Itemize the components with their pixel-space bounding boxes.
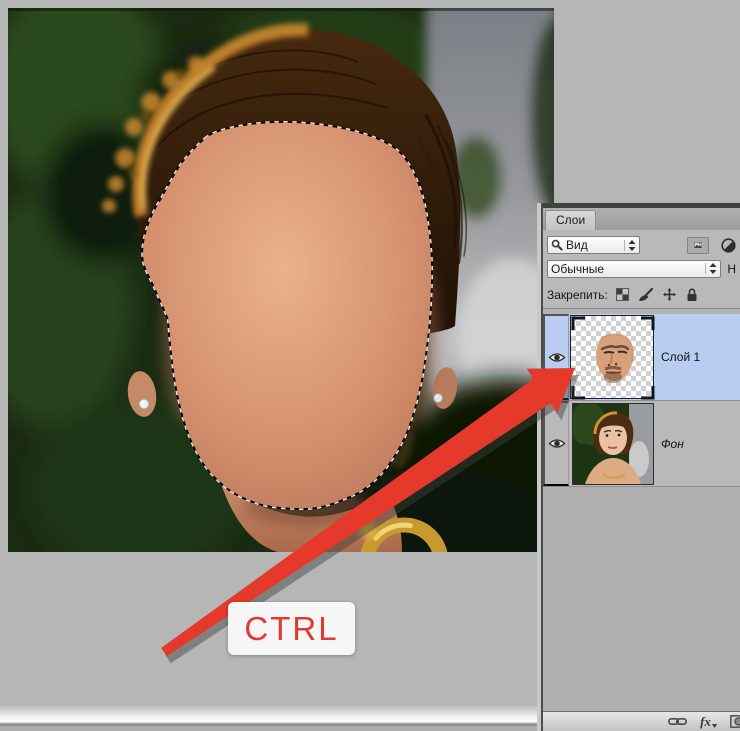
filter-by-image-button[interactable] — [687, 236, 709, 254]
layer-name[interactable]: Слой 1 — [661, 350, 700, 364]
lock-label: Закрепить: — [547, 287, 608, 302]
lock-row: Закрепить: — [543, 281, 740, 308]
lock-paint-icon — [638, 287, 653, 301]
lock-move-button[interactable] — [662, 287, 677, 302]
photo-top-edge — [8, 8, 554, 11]
filter-by-adjustment-button[interactable] — [721, 237, 736, 253]
tab-layers[interactable]: Слои — [545, 210, 597, 230]
panel-bottom-bar: fx — [543, 711, 740, 731]
background-thumbnail — [569, 401, 653, 484]
layer-row-fon[interactable]: Фон — [543, 401, 740, 487]
fx-caret-icon — [712, 724, 717, 728]
layer-style-fx-icon: fx — [700, 714, 711, 729]
layer-filter-dropdown[interactable]: Вид — [547, 236, 640, 254]
lock-move-icon — [662, 288, 676, 301]
layers-panel: Слои Вид Обычные Н Закрепить: Слой 1 Фон… — [537, 203, 740, 731]
ctrl-key-text: CTRL — [244, 609, 339, 647]
add-layer-mask-button[interactable] — [730, 715, 740, 728]
adjustment-filter-icon — [721, 237, 736, 253]
layer-visibility-toggle[interactable] — [543, 401, 569, 486]
lock-all-button[interactable] — [686, 287, 698, 302]
ctrl-key-label: CTRL — [228, 602, 355, 655]
layer-thumbnail[interactable] — [569, 401, 654, 485]
blend-mode-dropdown[interactable]: Обычные — [547, 259, 722, 278]
opacity-label-clipped: Н — [727, 261, 736, 276]
layer-thumbnail[interactable] — [570, 315, 655, 400]
layer-mask-icon — [730, 715, 740, 728]
layer-row-sloy1[interactable]: Слой 1 — [543, 314, 740, 401]
photoshop-window: Слои Вид Обычные Н Закрепить: Слой 1 Фон… — [0, 0, 740, 731]
layer-filter-value: Вид — [566, 238, 588, 252]
eye-icon — [548, 352, 565, 362]
magnifier-icon — [551, 239, 563, 251]
dropdown-spinner-icon — [705, 263, 717, 274]
layer-name[interactable]: Фон — [661, 437, 684, 451]
layers-empty-area — [543, 487, 740, 711]
link-layers-icon — [668, 717, 688, 726]
image-filter-icon — [694, 242, 702, 248]
blend-mode-row: Обычные Н — [543, 256, 740, 281]
lock-transparency-icon — [615, 288, 629, 301]
document-canvas[interactable] — [8, 8, 554, 552]
layer-visibility-toggle[interactable] — [543, 314, 569, 400]
lock-paint-button[interactable] — [638, 287, 653, 302]
link-layers-button[interactable] — [668, 716, 688, 727]
lock-all-icon — [687, 287, 697, 301]
dropdown-spinner-icon — [624, 239, 636, 251]
blend-mode-value: Обычные — [551, 261, 605, 276]
lock-transparency-button[interactable] — [615, 288, 629, 301]
panel-tab-bar: Слои — [543, 208, 740, 230]
eye-icon — [548, 439, 565, 448]
photo-scene — [8, 8, 554, 552]
layer-filter-row: Вид — [543, 230, 740, 256]
layer-style-fx-button[interactable]: fx — [700, 715, 717, 728]
selection-corner-brackets — [571, 316, 655, 400]
